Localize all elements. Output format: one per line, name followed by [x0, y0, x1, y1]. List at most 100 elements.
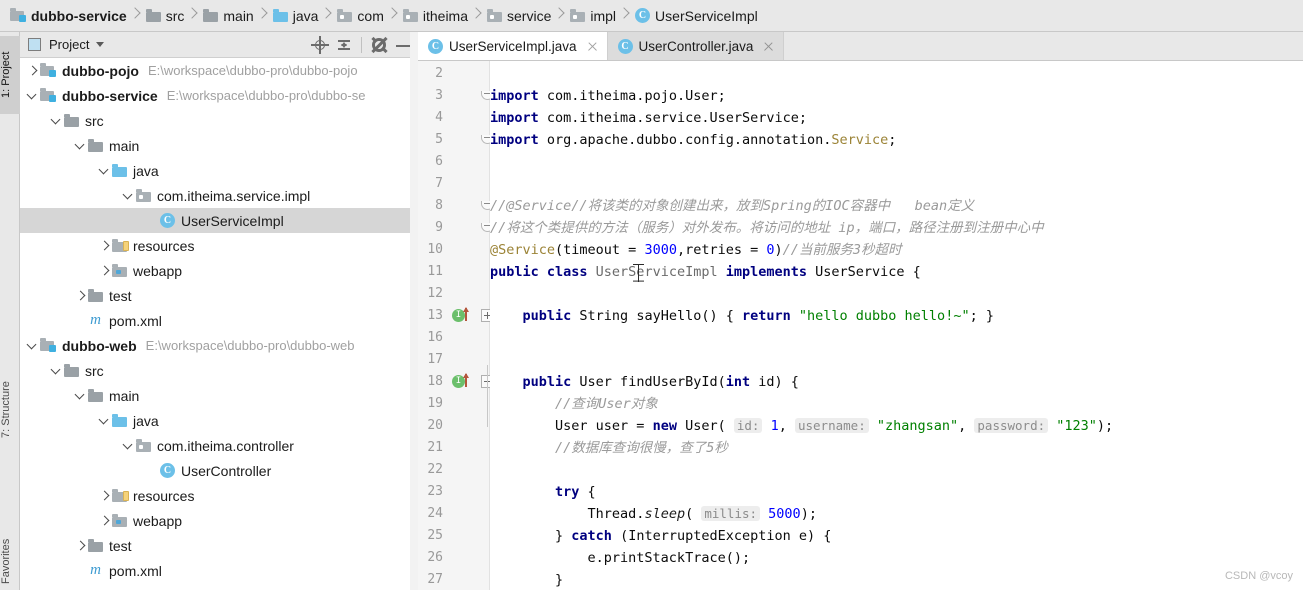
editor-tab-userserviceimpl-java[interactable]: C UserServiceImpl.java: [418, 32, 608, 60]
tree-expander-icon[interactable]: [96, 258, 112, 283]
tree-expander-icon[interactable]: [72, 133, 88, 158]
code-token: com.itheima.pojo.User;: [546, 88, 726, 104]
project-tree[interactable]: dubbo-pojo E:\workspace\dubbo-pro\dubbo-p…: [20, 58, 418, 590]
tree-node-label: dubbo-pojo: [62, 62, 139, 79]
tree-expander-icon[interactable]: [48, 108, 64, 133]
tree-node-label: java: [133, 162, 159, 179]
source-folder-icon: [272, 8, 288, 22]
tree-expander-icon[interactable]: [72, 283, 88, 308]
line-number: 22: [427, 462, 443, 477]
editor-gutter[interactable]: 2 3 4 5 6 7 8 9 10 11 12 13 I 16 17 18 I 19 20 21 22 23 24 25 26…: [418, 61, 494, 590]
tree-expander-icon[interactable]: [96, 408, 112, 433]
tree-node-pom-xml[interactable]: m pom.xml: [20, 558, 418, 583]
line-number: 5: [435, 132, 443, 147]
tree-expander-icon[interactable]: [24, 333, 40, 358]
project-icon: [28, 38, 41, 51]
breadcrumb-item-service[interactable]: service: [483, 0, 553, 31]
tree-node-main[interactable]: main: [20, 383, 418, 408]
tree-expander-icon[interactable]: [96, 158, 112, 183]
implementing-method-gutter-icon[interactable]: I: [452, 305, 469, 327]
tree-node-com-itheima-service-impl[interactable]: com.itheima.service.impl: [20, 183, 418, 208]
tree-node-usercontroller[interactable]: C UserController: [20, 458, 418, 483]
breadcrumb-item-main[interactable]: main: [199, 0, 255, 31]
tool-window-button-label: 1: Project: [0, 51, 12, 99]
breadcrumb-separator: [553, 0, 566, 31]
code-token: "hello dubbo hello!~": [798, 308, 970, 324]
breadcrumb-item-userserviceimpl[interactable]: C UserServiceImpl: [631, 0, 760, 31]
close-icon[interactable]: [586, 40, 599, 53]
tree-expander-icon[interactable]: [72, 533, 88, 558]
code-token: import: [490, 88, 547, 104]
breadcrumb: dubbo-service src main java com itheima servic…: [0, 0, 1303, 32]
tree-node-userserviceimpl[interactable]: C UserServiceImpl: [20, 208, 418, 233]
tree-node-label: java: [133, 412, 159, 429]
locate-icon[interactable]: [309, 34, 331, 56]
tree-node-resources[interactable]: resources: [20, 233, 418, 258]
tree-expander-icon[interactable]: [120, 183, 136, 208]
tree-node-dubbo-web[interactable]: dubbo-web E:\workspace\dubbo-pro\dubbo-we…: [20, 333, 418, 358]
tree-expander-icon[interactable]: [48, 358, 64, 383]
editor-tab-usercontroller-java[interactable]: C UserController.java: [607, 32, 785, 60]
tool-window-button-7-structure[interactable]: 7: Structure: [0, 362, 20, 458]
breadcrumb-item-dubbo-service[interactable]: dubbo-service: [6, 0, 129, 31]
tree-expander-icon[interactable]: [120, 433, 136, 458]
package-icon: [402, 8, 418, 22]
breadcrumb-item-itheima[interactable]: itheima: [399, 0, 470, 31]
code-line: import org.apache.dubbo.config.annotatio…: [490, 129, 896, 151]
code-text-area[interactable]: import com.itheima.pojo.User; import com.…: [490, 61, 1303, 590]
source-folder-icon: [112, 413, 127, 427]
folder-icon: [88, 138, 103, 152]
tree-expander-icon[interactable]: [24, 83, 40, 108]
tree-node-java[interactable]: java: [20, 158, 418, 183]
tree-node-src[interactable]: src: [20, 358, 418, 383]
line-number: 27: [427, 572, 443, 587]
breadcrumb-item-label: impl: [590, 7, 617, 24]
gear-icon[interactable]: [368, 34, 390, 56]
line-number: 19: [427, 396, 443, 411]
tree-node-java[interactable]: java: [20, 408, 418, 433]
tree-expander-icon[interactable]: [96, 508, 112, 533]
collapse-all-icon[interactable]: [333, 34, 355, 56]
close-icon[interactable]: [762, 40, 775, 53]
tree-expander-icon[interactable]: [96, 233, 112, 258]
tree-node-src[interactable]: src: [20, 108, 418, 133]
implementing-method-gutter-icon[interactable]: I: [452, 371, 469, 393]
tree-node-test[interactable]: test: [20, 533, 418, 558]
code-token: int: [725, 374, 759, 390]
chevron-down-icon[interactable]: [96, 42, 105, 47]
code-editor[interactable]: 2 3 4 5 6 7 8 9 10 11 12 13 I 16 17 18 I 19 20 21 22 23 24 25 26…: [418, 61, 1303, 590]
code-line: User user = new User( id: 1, username: "…: [490, 415, 1113, 437]
breadcrumb-item-src[interactable]: src: [142, 0, 187, 31]
tree-node-com-itheima-controller[interactable]: com.itheima.controller: [20, 433, 418, 458]
tree-node-label: dubbo-service: [62, 87, 158, 104]
panel-splitter[interactable]: [410, 32, 418, 590]
tree-node-test[interactable]: test: [20, 283, 418, 308]
tree-node-pom-xml[interactable]: m pom.xml: [20, 308, 418, 333]
code-line: } catch (InterruptedException e) {: [490, 525, 831, 547]
breadcrumb-item-impl[interactable]: impl: [566, 0, 618, 31]
line-number: 9: [435, 220, 443, 235]
tool-window-button-1-project[interactable]: 1: Project: [0, 36, 20, 114]
tool-window-button-label: 7: Structure: [0, 381, 12, 439]
tree-node-dubbo-service[interactable]: dubbo-service E:\workspace\dubbo-pro\dubb…: [20, 83, 418, 108]
code-token: try: [555, 484, 588, 500]
breadcrumb-item-com[interactable]: com: [333, 0, 385, 31]
tree-node-main[interactable]: main: [20, 133, 418, 158]
tree-expander-icon[interactable]: [72, 383, 88, 408]
code-token: implements: [725, 264, 816, 280]
tree-node-dubbo-pojo[interactable]: dubbo-pojo E:\workspace\dubbo-pro\dubbo-p…: [20, 58, 418, 83]
code-token: );: [1096, 418, 1114, 434]
tree-expander-icon[interactable]: [24, 58, 40, 83]
code-token: UserServiceImpl: [595, 264, 726, 280]
tree-node-resources[interactable]: resources: [20, 483, 418, 508]
code-token: id) {: [758, 374, 799, 390]
tree-node-webapp[interactable]: webapp: [20, 508, 418, 533]
parameter-hint: username:: [794, 418, 869, 433]
tree-node-webapp[interactable]: webapp: [20, 258, 418, 283]
code-token: Thread.: [490, 506, 645, 522]
tree-expander-icon[interactable]: [96, 483, 112, 508]
breadcrumb-item-java[interactable]: java: [269, 0, 321, 31]
tool-window-button-favorites[interactable]: Favorites: [0, 532, 20, 590]
